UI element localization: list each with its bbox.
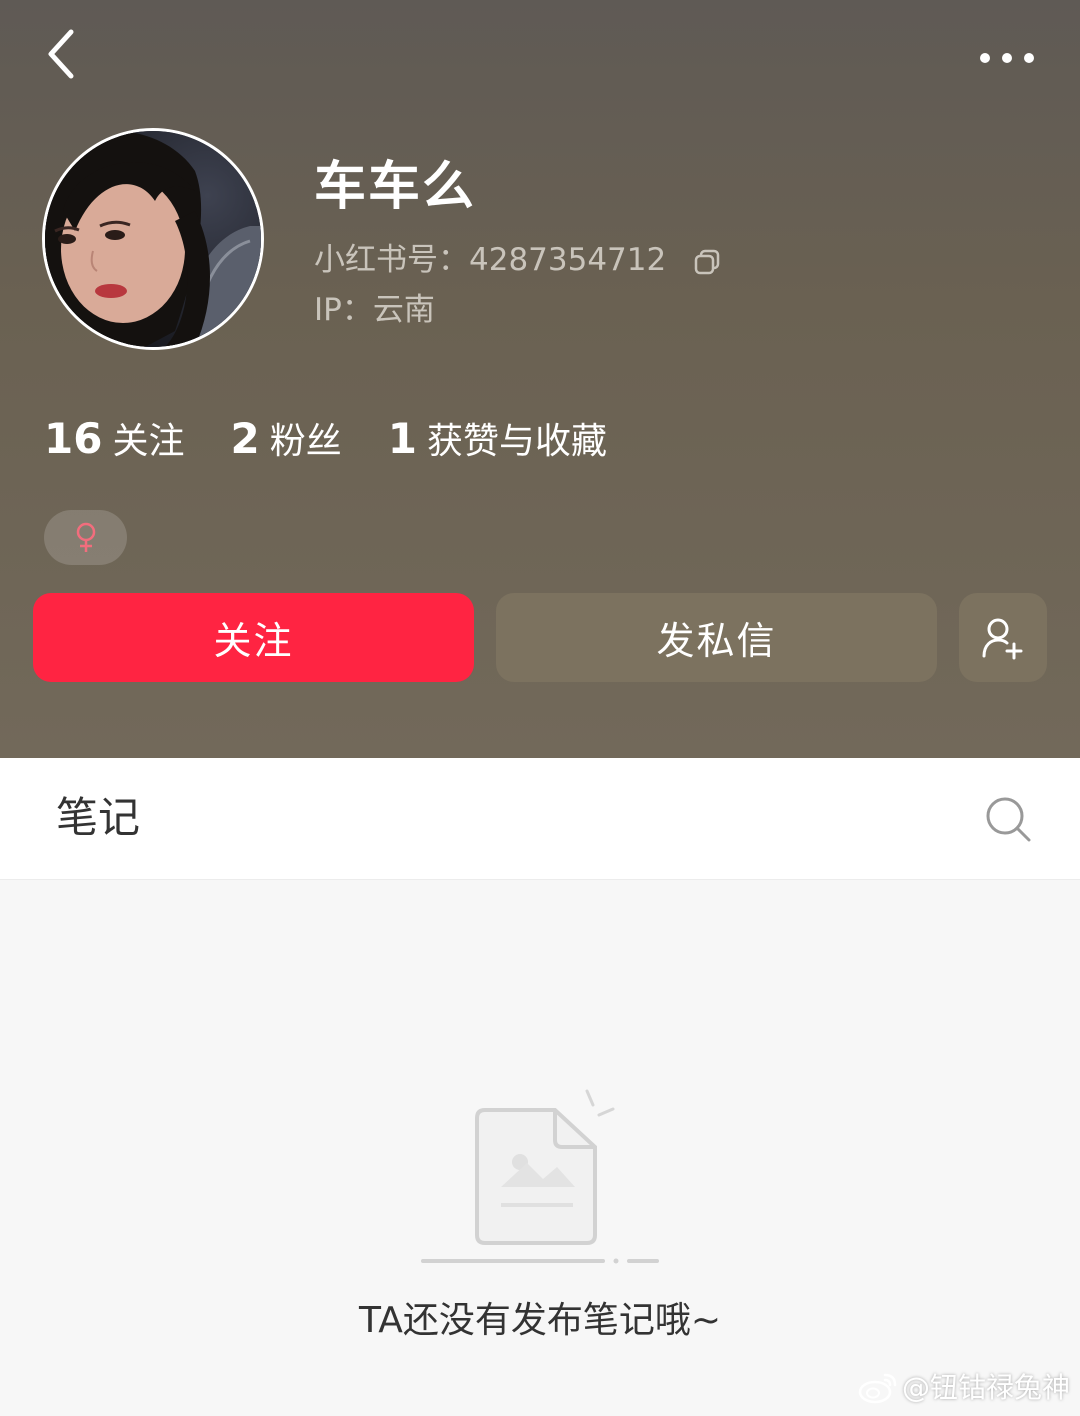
empty-state-message: TA还没有发布笔记哦~ xyxy=(359,1300,721,1341)
back-button[interactable] xyxy=(40,24,88,84)
search-button[interactable] xyxy=(983,794,1033,844)
add-friend-button[interactable] xyxy=(959,593,1047,682)
avatar-image xyxy=(45,131,261,347)
gender-tag xyxy=(44,510,127,565)
empty-document-image-icon xyxy=(421,1089,659,1264)
xhs-id: 小红书号：4287354712 xyxy=(314,238,720,282)
stat-label: 关注 xyxy=(112,421,185,462)
search-icon xyxy=(986,797,1031,842)
follow-button[interactable]: 关注 xyxy=(33,593,474,682)
watermark-text: @钮钴禄兔神 xyxy=(901,1371,1070,1404)
back-arrow-icon xyxy=(48,29,74,79)
stat-followers[interactable]: 2 粉丝 xyxy=(230,412,341,464)
more-button[interactable] xyxy=(972,40,1042,76)
stat-likes-collections[interactable]: 1 获赞与收藏 xyxy=(388,412,607,464)
nickname: 车车么 xyxy=(314,157,477,217)
send-message-button[interactable]: 发私信 xyxy=(496,593,937,682)
female-icon xyxy=(76,522,95,552)
stat-label: 粉丝 xyxy=(269,421,342,462)
copy-icon[interactable] xyxy=(694,249,720,275)
xhs-id-text: 小红书号：4287354712 xyxy=(314,242,667,278)
stat-value: 1 xyxy=(387,414,417,463)
stat-label: 获赞与收藏 xyxy=(426,421,607,462)
stats-row: 16 关注 2 粉丝 1 获赞与收藏 xyxy=(44,412,653,472)
avatar[interactable] xyxy=(42,128,264,350)
more-dots-icon xyxy=(980,53,1034,63)
tab-notes[interactable]: 笔记 xyxy=(56,788,140,848)
empty-state-illustration xyxy=(415,1085,665,1270)
profile-header: 车车么 小红书号：4287354712 IP：云南 16 关注 2 粉丝 1 获… xyxy=(0,0,1080,758)
ip-location: IP：云南 xyxy=(314,292,435,328)
stat-value: 16 xyxy=(44,414,103,463)
stat-following[interactable]: 16 关注 xyxy=(44,412,184,464)
add-friend-icon xyxy=(982,618,1023,659)
watermark: @钮钴禄兔神 xyxy=(858,1368,1070,1408)
content-tab-bar: 笔记 xyxy=(0,758,1080,880)
weibo-logo-icon xyxy=(858,1373,897,1404)
stat-value: 2 xyxy=(230,414,260,463)
